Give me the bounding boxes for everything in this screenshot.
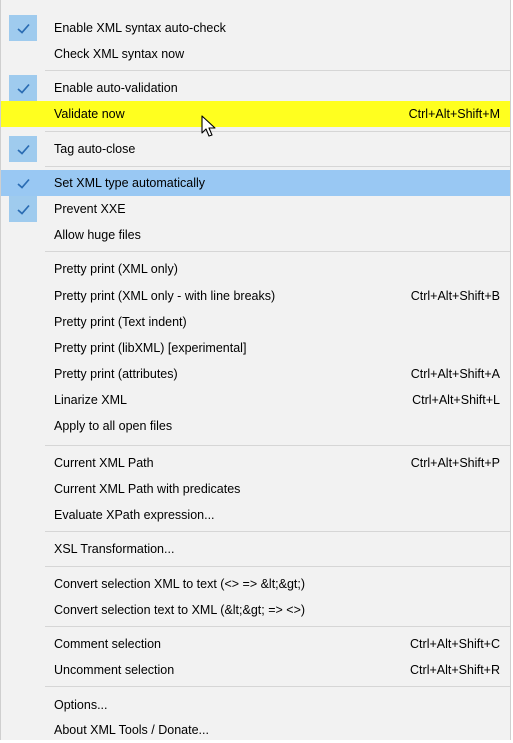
menu-item-label: Pretty print (XML only - with line break… xyxy=(54,289,276,303)
menu-item-pretty-print-attributes[interactable]: Pretty print (attributes) Ctrl+Alt+Shift… xyxy=(1,361,510,387)
menu-item-set-xml-type-automatically[interactable]: Set XML type automatically xyxy=(1,170,510,196)
menu-item-label: Tag auto-close xyxy=(54,142,136,156)
menu-item-label: Enable auto-validation xyxy=(54,81,178,95)
menu-item-current-xml-path-with-predicates[interactable]: Current XML Path with predicates xyxy=(1,476,510,502)
checkmark-icon xyxy=(9,136,37,162)
menu-item-options[interactable]: Options... xyxy=(1,692,510,718)
menu-separator xyxy=(45,686,510,687)
menu-item-label: About XML Tools / Donate... xyxy=(54,723,209,737)
menu-item-label: Comment selection xyxy=(54,637,161,651)
menu-item-label: Options... xyxy=(54,698,108,712)
menu-item-shortcut: Ctrl+Alt+Shift+P xyxy=(410,456,500,470)
menu-item-uncomment-selection[interactable]: Uncomment selection Ctrl+Alt+Shift+R xyxy=(1,657,510,683)
menu-item-evaluate-xpath-expression[interactable]: Evaluate XPath expression... xyxy=(1,502,510,528)
menu-item-label: Allow huge files xyxy=(54,228,141,242)
menu-separator xyxy=(45,251,510,252)
menu-item-label: Current XML Path with predicates xyxy=(54,482,241,496)
menu-item-about-xml-tools-donate[interactable]: About XML Tools / Donate... xyxy=(1,717,510,743)
menu-separator xyxy=(45,531,510,532)
mouse-pointer-icon xyxy=(201,115,216,137)
menu-item-label: Current XML Path xyxy=(54,456,154,470)
menu-separator xyxy=(45,566,510,567)
checkmark-icon xyxy=(9,196,37,222)
menu-separator xyxy=(45,131,510,132)
menu-item-shortcut: Ctrl+Alt+Shift+B xyxy=(410,289,500,303)
menu-item-linarize-xml[interactable]: Linarize XML Ctrl+Alt+Shift+L xyxy=(1,387,510,413)
menu-item-shortcut: Ctrl+Alt+Shift+C xyxy=(410,637,500,651)
checkmark-icon xyxy=(9,75,37,101)
menu-item-pretty-print-xml-only[interactable]: Pretty print (XML only) xyxy=(1,256,510,282)
menu-item-label: Pretty print (XML only) xyxy=(54,262,178,276)
menu-item-shortcut: Ctrl+Alt+Shift+M xyxy=(408,107,500,121)
menu-item-label: Apply to all open files xyxy=(54,419,173,433)
menu-item-convert-text-to-xml[interactable]: Convert selection text to XML (&lt;&gt; … xyxy=(1,597,510,623)
menu-item-convert-xml-to-text[interactable]: Convert selection XML to text (<> => &lt… xyxy=(1,571,510,597)
menu-item-label: Pretty print (attributes) xyxy=(54,367,178,381)
menu-item-label: Enable XML syntax auto-check xyxy=(54,21,226,35)
menu-item-enable-auto-validation[interactable]: Enable auto-validation xyxy=(1,75,510,101)
menu-item-pretty-print-text-indent[interactable]: Pretty print (Text indent) xyxy=(1,309,510,335)
menu-item-prevent-xxe[interactable]: Prevent XXE xyxy=(1,196,510,222)
menu-item-xsl-transformation[interactable]: XSL Transformation... xyxy=(1,536,510,562)
menu-item-label: Check XML syntax now xyxy=(54,47,185,61)
menu-item-shortcut: Ctrl+Alt+Shift+R xyxy=(410,663,500,677)
menu-separator xyxy=(45,70,510,71)
menu-item-label: Linarize XML xyxy=(54,393,127,407)
checkmark-icon xyxy=(9,170,37,196)
menu-item-current-xml-path[interactable]: Current XML Path Ctrl+Alt+Shift+P xyxy=(1,450,510,476)
menu-item-label: Set XML type automatically xyxy=(54,176,205,190)
menu-separator xyxy=(45,626,510,627)
menu-item-pretty-print-libxml[interactable]: Pretty print (libXML) [experimental] xyxy=(1,335,510,361)
menu-item-allow-huge-files[interactable]: Allow huge files xyxy=(1,222,510,248)
menu-item-comment-selection[interactable]: Comment selection Ctrl+Alt+Shift+C xyxy=(1,631,510,657)
menu-item-pretty-print-line-breaks[interactable]: Pretty print (XML only - with line break… xyxy=(1,283,510,309)
menu-item-apply-to-all-open-files[interactable]: Apply to all open files xyxy=(1,413,510,439)
menu-item-validate-now[interactable]: Validate now Ctrl+Alt+Shift+M xyxy=(1,101,510,127)
menu-item-label: Pretty print (Text indent) xyxy=(54,315,187,329)
menu-item-shortcut: Ctrl+Alt+Shift+A xyxy=(410,367,500,381)
menu-item-label: Uncomment selection xyxy=(54,663,175,677)
menu-item-label: Pretty print (libXML) [experimental] xyxy=(54,341,247,355)
menu-item-label: XSL Transformation... xyxy=(54,542,175,556)
menu-item-label: Validate now xyxy=(54,107,125,121)
menu-separator xyxy=(45,166,510,167)
menu-item-label: Convert selection XML to text (<> => &lt… xyxy=(54,577,306,591)
menu-item-tag-auto-close[interactable]: Tag auto-close xyxy=(1,136,510,162)
menu-item-check-xml-syntax-now[interactable]: Check XML syntax now xyxy=(1,41,510,67)
menu-item-label: Prevent XXE xyxy=(54,202,126,216)
menu-item-enable-xml-syntax-auto-check[interactable]: Enable XML syntax auto-check xyxy=(1,15,510,41)
xml-tools-context-menu: Enable XML syntax auto-check Check XML s… xyxy=(0,0,511,740)
menu-item-label: Evaluate XPath expression... xyxy=(54,508,215,522)
checkmark-icon xyxy=(9,15,37,41)
menu-separator xyxy=(45,445,510,446)
menu-item-shortcut: Ctrl+Alt+Shift+L xyxy=(412,393,500,407)
menu-item-label: Convert selection text to XML (&lt;&gt; … xyxy=(54,603,306,617)
